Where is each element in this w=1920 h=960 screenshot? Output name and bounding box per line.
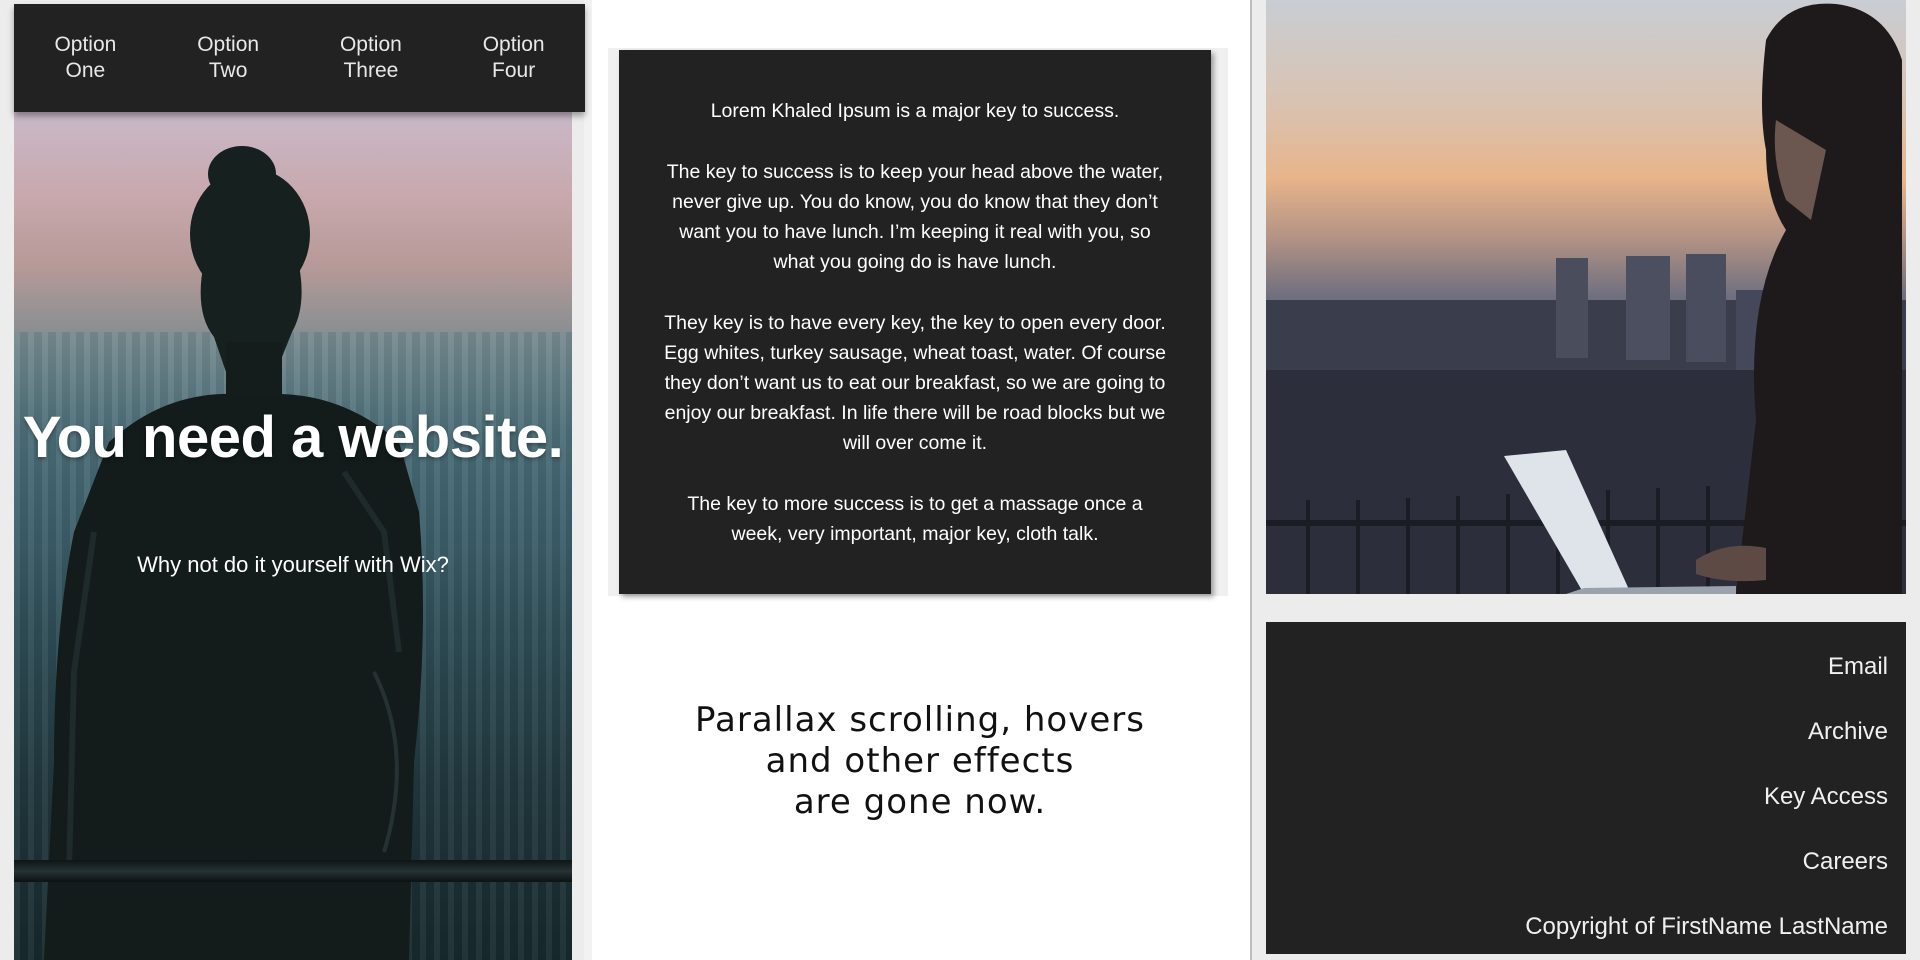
top-navigation: Option One Option Two Option Three Optio… — [14, 4, 585, 112]
nav-option-one[interactable]: Option One — [30, 32, 140, 84]
footer-link-careers[interactable]: Careers — [1266, 829, 1888, 894]
text-paragraph: The key to success is to keep your head … — [666, 161, 1164, 273]
footer-link-key-access[interactable]: Key Access — [1266, 764, 1888, 829]
mobile-preview-panel: Option One Option Two Option Three Optio… — [0, 0, 592, 960]
nav-option-label: Option — [197, 33, 260, 56]
text-card: Lorem Khaled Ipsum is a major key to suc… — [608, 48, 1228, 596]
nav-option-label: Option — [482, 33, 545, 56]
footer-copyright: Copyright of FirstName LastName — [1525, 913, 1888, 940]
woman-silhouette-image — [44, 146, 423, 960]
text-card-body: Lorem Khaled Ipsum is a major key to suc… — [619, 50, 1211, 594]
sunset-city-scene — [1266, 3, 1906, 594]
nav-option-label: Option — [54, 33, 117, 56]
nav-option-label: Two — [208, 59, 248, 82]
nav-option-label: Option — [339, 33, 402, 56]
footer-links-card: Email Archive Key Access Careers Copyrig… — [1266, 622, 1906, 954]
parallax-note-line: are gone now. — [793, 782, 1047, 822]
hero-section: You need a website. Why not do it yourse… — [14, 112, 572, 960]
nav-option-four[interactable]: Option Four — [459, 32, 569, 84]
balcony-rail — [14, 860, 572, 882]
footer-link-archive[interactable]: Archive — [1266, 699, 1888, 764]
man-with-laptop-image — [1266, 0, 1906, 594]
parallax-note-line: Parallax scrolling, hovers — [695, 700, 1145, 740]
text-paragraph: The key to more success is to get a mass… — [687, 493, 1143, 545]
page-canvas: Option One Option Two Option Three Optio… — [0, 0, 1920, 960]
hero-title: You need a website. — [22, 405, 564, 470]
nav-option-label: One — [65, 59, 106, 82]
nav-option-two[interactable]: Option Two — [173, 32, 283, 84]
text-paragraph: They key is to have every key, the key t… — [664, 312, 1166, 454]
parallax-note: Parallax scrolling, hovers and other eff… — [608, 700, 1232, 823]
text-paragraph: Lorem Khaled Ipsum is a major key to suc… — [710, 100, 1120, 122]
footer-link-email[interactable]: Email — [1266, 634, 1888, 699]
column-divider — [584, 0, 592, 960]
nav-option-three[interactable]: Option Three — [316, 32, 426, 84]
nav-option-label: Four — [492, 59, 536, 82]
nav-option-label: Three — [343, 59, 399, 82]
parallax-note-line: and other effects — [765, 741, 1075, 781]
hero-subtitle: Why not do it yourself with Wix? — [137, 552, 449, 577]
